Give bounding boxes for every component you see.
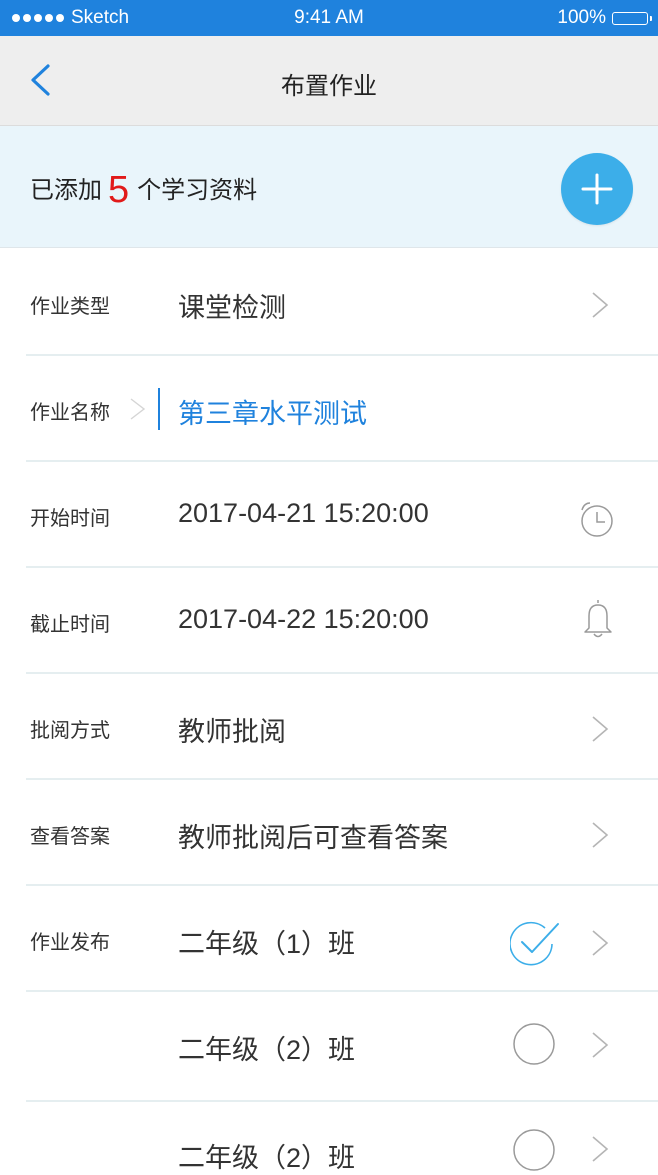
- chevron-right-icon: [592, 822, 609, 848]
- status-bar: Sketch 9:41 AM 100%: [0, 0, 658, 36]
- checked-circle-icon[interactable]: [510, 918, 564, 966]
- view-answers-value: 教师批阅后可查看答案: [178, 823, 448, 853]
- battery-percent: 100%: [557, 7, 606, 28]
- review-method-label: 批阅方式: [30, 718, 110, 742]
- homework-name-label: 作业名称: [30, 400, 110, 424]
- battery-status: 100%: [557, 7, 652, 29]
- deadline-value: 2017-04-22 15:20:00: [178, 604, 429, 634]
- page-title: 布置作业: [281, 72, 377, 100]
- chevron-right-icon: [130, 398, 146, 420]
- class-name: 二年级（2）班: [178, 1143, 356, 1173]
- deadline-row[interactable]: 截止时间 2017-04-22 15:20:00: [0, 568, 658, 674]
- materials-prefix: 已添加: [30, 176, 102, 204]
- start-time-value: 2017-04-21 15:20:00: [178, 498, 429, 528]
- chevron-right-icon: [592, 716, 609, 742]
- homework-type-row[interactable]: 作业类型 课堂检测: [0, 250, 658, 356]
- start-time-row[interactable]: 开始时间 2017-04-21 15:20:00: [0, 462, 658, 568]
- chevron-right-icon: [592, 1136, 609, 1162]
- chevron-right-icon: [592, 930, 609, 956]
- homework-name-row: 作业名称 第三章水平测试: [0, 356, 658, 462]
- alarm-clock-icon[interactable]: [576, 498, 618, 540]
- class-name: 二年级（2）班: [178, 1035, 356, 1065]
- add-material-button[interactable]: [561, 153, 633, 225]
- battery-icon: [612, 11, 652, 25]
- materials-suffix: 个学习资料: [137, 176, 258, 204]
- homework-type-value: 课堂检测: [178, 293, 286, 323]
- publish-class-row[interactable]: 二年级（2）班: [0, 1102, 658, 1173]
- homework-name-input[interactable]: 第三章水平测试: [178, 392, 367, 431]
- review-method-row[interactable]: 批阅方式 教师批阅: [0, 674, 658, 780]
- unchecked-circle-icon[interactable]: [512, 1128, 556, 1172]
- class-name: 二年级（1）班: [178, 929, 356, 959]
- text-cursor: [158, 388, 160, 430]
- start-time-label: 开始时间: [30, 506, 110, 530]
- homework-type-label: 作业类型: [30, 294, 110, 318]
- deadline-label: 截止时间: [30, 612, 110, 636]
- chevron-right-icon: [592, 1032, 609, 1058]
- view-answers-row[interactable]: 查看答案 教师批阅后可查看答案: [0, 780, 658, 886]
- materials-banner: 已添加 5 个学习资料: [0, 126, 658, 248]
- chevron-right-icon: [592, 292, 609, 318]
- publish-class-row[interactable]: 作业发布 二年级（1）班: [0, 886, 658, 992]
- bell-icon[interactable]: [578, 596, 618, 640]
- publish-label: 作业发布: [30, 930, 110, 954]
- review-method-value: 教师批阅: [178, 717, 286, 747]
- view-answers-label: 查看答案: [30, 824, 110, 848]
- unchecked-circle-icon[interactable]: [512, 1022, 556, 1066]
- materials-count: 5: [108, 169, 130, 211]
- nav-bar: 布置作业: [0, 36, 658, 126]
- publish-class-row[interactable]: 二年级（2）班: [0, 992, 658, 1102]
- materials-summary: 已添加 5 个学习资料: [30, 169, 258, 211]
- plus-icon: [581, 173, 613, 205]
